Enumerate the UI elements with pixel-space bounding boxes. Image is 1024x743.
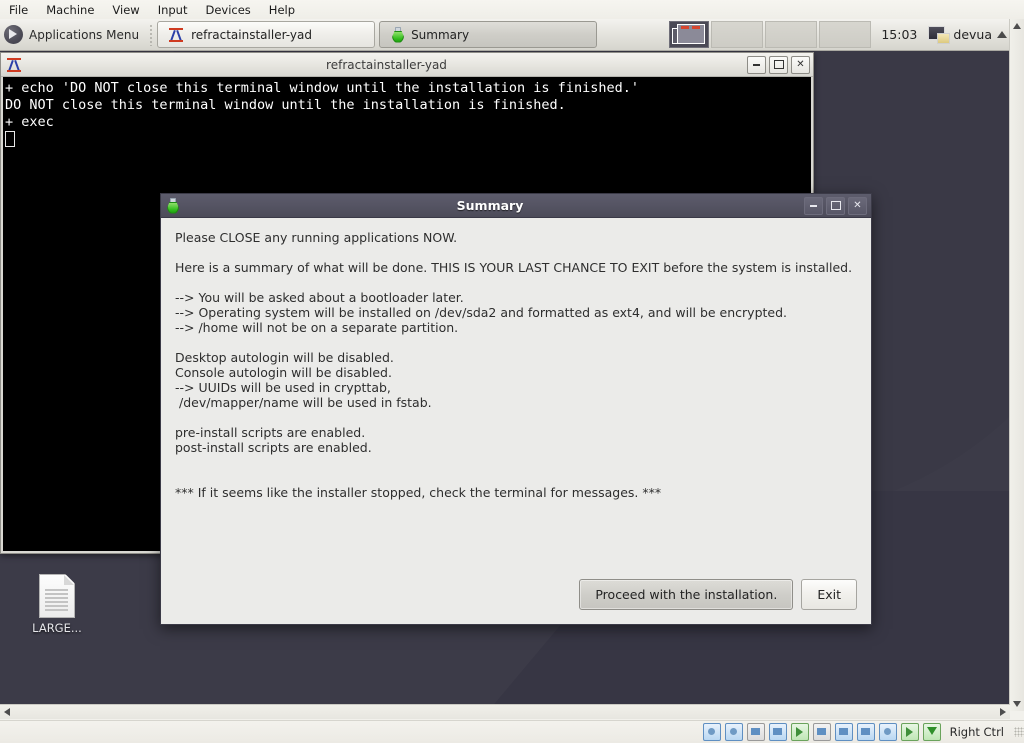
summary-dialog-title-text: Summary <box>456 198 524 213</box>
summary-close-button[interactable]: ✕ <box>848 196 867 215</box>
applications-menu-label: Applications Menu <box>29 27 140 42</box>
terminal-minimize-icon[interactable] <box>747 55 766 74</box>
scroll-left-arrow-icon[interactable] <box>4 708 10 716</box>
mouse-integration-icon[interactable] <box>900 723 919 741</box>
audio-icon[interactable] <box>746 723 765 741</box>
taskbar-item-refractainstaller-yad[interactable]: refractainstaller-yad <box>157 21 376 48</box>
vbox-menubar: File Machine View Input Devices Help <box>0 0 1024 20</box>
panel-separator <box>150 23 153 46</box>
virtualbox-window: File Machine View Input Devices Help SMA… <box>0 0 1024 743</box>
summary-minimize-button[interactable] <box>804 196 823 215</box>
terminal-title-text: refractainstaller-yad <box>326 57 447 72</box>
shared-folders-icon[interactable] <box>812 723 831 741</box>
scroll-right-arrow-icon[interactable] <box>1000 708 1006 716</box>
terminal-line-2: DO NOT close this terminal window until … <box>5 97 566 113</box>
xterm-icon <box>6 57 22 73</box>
panel-plugin-slot-2[interactable] <box>765 21 818 48</box>
vbox-menu-help[interactable]: Help <box>260 2 304 18</box>
vbox-menu-file[interactable]: File <box>0 2 37 18</box>
guest-horizontal-scrollbar[interactable] <box>0 704 1010 719</box>
display-icon[interactable] <box>834 723 853 741</box>
exit-button[interactable]: Exit <box>801 579 857 610</box>
terminal-cursor <box>5 131 15 147</box>
summary-dialog-titlebar[interactable]: Summary ✕ <box>161 194 871 218</box>
workspace-switcher[interactable] <box>669 21 710 48</box>
guest-screen: SMALL... LARGE... <box>0 19 1010 711</box>
scroll-up-arrow-icon[interactable] <box>1013 23 1021 29</box>
recording-icon[interactable] <box>878 723 897 741</box>
terminal-maximize-icon[interactable] <box>769 55 788 74</box>
hard-disk-icon[interactable] <box>702 723 721 741</box>
summary-dialog: Summary ✕ Please CLOSE any running appli… <box>160 193 872 625</box>
vbox-menu-devices[interactable]: Devices <box>196 2 259 18</box>
applications-menu-button[interactable]: Applications Menu <box>0 20 147 50</box>
document-icon-fold <box>64 575 74 585</box>
desktop-icon-large-label: LARGE... <box>32 621 82 635</box>
optical-disk-icon[interactable] <box>724 723 743 741</box>
document-icon <box>39 574 75 618</box>
scroll-down-arrow-icon[interactable] <box>1013 701 1021 707</box>
summary-maximize-button[interactable] <box>826 196 845 215</box>
taskbar-item-label: Summary <box>411 27 470 42</box>
resize-grip[interactable] <box>1014 727 1024 737</box>
proceed-button[interactable]: Proceed with the installation. <box>579 579 794 610</box>
terminal-line-3: + exec <box>5 114 54 130</box>
usb-icon[interactable] <box>790 723 809 741</box>
terminal-window-buttons: ✕ <box>747 55 810 74</box>
vbox-menu-input[interactable]: Input <box>149 2 197 18</box>
display-settings-icon[interactable] <box>928 25 951 44</box>
xfce-panel: Applications Menu refractainstaller-yad <box>0 19 1010 51</box>
terminal-close-icon[interactable]: ✕ <box>791 55 810 74</box>
summary-dialog-body: Please CLOSE any running applications NO… <box>161 218 871 624</box>
vbox-menu-machine[interactable]: Machine <box>37 2 103 18</box>
panel-clock[interactable]: 15:03 <box>873 27 925 42</box>
host-key-label: Right Ctrl <box>949 725 1004 739</box>
taskbar-item-summary[interactable]: Summary <box>379 21 598 48</box>
desktop-icon-large[interactable]: LARGE... <box>12 574 102 635</box>
vbox-statusbar: Right Ctrl <box>0 720 1024 743</box>
panel-plugin-slot-3[interactable] <box>819 21 872 48</box>
flask-icon <box>390 26 405 43</box>
vbox-menu-view[interactable]: View <box>103 2 148 18</box>
flask-icon <box>165 197 179 214</box>
window-tasklist: refractainstaller-yad Summary <box>157 21 598 48</box>
panel-plugin-slot-1[interactable] <box>711 21 764 48</box>
summary-dialog-actions: Proceed with the installation. Exit <box>579 579 857 610</box>
host-key-icon[interactable] <box>922 723 941 741</box>
network-icon[interactable] <box>768 723 787 741</box>
terminal-line-1: + echo 'DO NOT close this terminal windo… <box>5 80 639 96</box>
panel-username[interactable]: devua <box>953 27 994 42</box>
xterm-icon <box>168 27 184 43</box>
devuan-logo-icon <box>4 25 23 44</box>
panel-expand-arrow-icon[interactable] <box>997 31 1007 38</box>
guest-vertical-scrollbar[interactable] <box>1009 19 1024 711</box>
summary-message-text: Please CLOSE any running applications NO… <box>175 230 853 500</box>
terminal-titlebar[interactable]: refractainstaller-yad ✕ <box>1 53 813 77</box>
remote-desktop-icon[interactable] <box>856 723 875 741</box>
taskbar-item-label: refractainstaller-yad <box>191 27 312 42</box>
